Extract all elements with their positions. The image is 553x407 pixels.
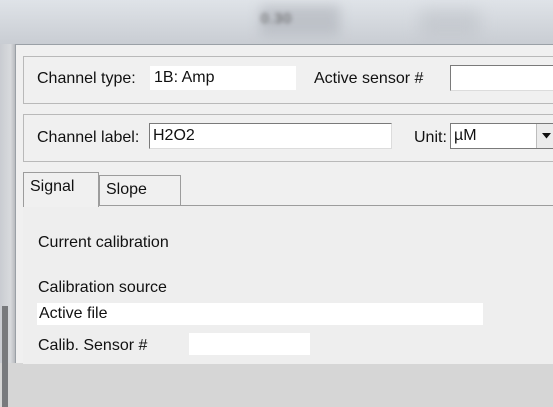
channel-type-group: Channel type: 1B: Amp Active sensor # bbox=[23, 56, 553, 104]
channel-settings-dialog: Channel type: 1B: Amp Active sensor # Ch… bbox=[15, 44, 553, 364]
channel-label-group: Channel label: H2O2 Unit: µM bbox=[23, 114, 553, 162]
chevron-down-icon bbox=[542, 133, 551, 139]
unit-select-value: µM bbox=[454, 127, 477, 144]
channel-label-field[interactable]: H2O2 bbox=[149, 123, 392, 149]
unit-select[interactable]: µM bbox=[450, 123, 553, 149]
unit-label: Unit: bbox=[414, 129, 447, 146]
unit-dropdown-button[interactable] bbox=[536, 124, 553, 148]
signal-tab-panel: Current calibration Calibration source A… bbox=[23, 205, 553, 364]
tab-signal[interactable]: Signal bbox=[23, 172, 99, 207]
active-sensor-field[interactable] bbox=[450, 65, 553, 91]
channel-label-label: Channel label: bbox=[37, 129, 140, 146]
calibration-source-value: Active file bbox=[37, 303, 483, 325]
channel-type-label: Channel type: bbox=[37, 70, 136, 87]
tab-strip: Signal Slope bbox=[23, 172, 553, 207]
calibration-source-label: Calibration source bbox=[38, 279, 167, 296]
channel-type-value: 1B: Amp bbox=[150, 66, 296, 90]
window-titlebar[interactable]: 0.30 bbox=[0, 0, 553, 44]
left-window-frame bbox=[0, 44, 15, 407]
calib-sensor-value bbox=[189, 333, 310, 355]
tab-signal-label: Signal bbox=[30, 178, 75, 195]
current-calibration-label: Current calibration bbox=[38, 234, 169, 251]
left-frame-shadow bbox=[2, 306, 8, 407]
calib-sensor-label: Calib. Sensor # bbox=[38, 337, 148, 354]
active-sensor-label: Active sensor # bbox=[314, 70, 424, 87]
tab-slope[interactable]: Slope bbox=[99, 175, 181, 206]
tab-slope-label: Slope bbox=[106, 181, 147, 198]
window-title: 0.30 bbox=[260, 10, 293, 26]
